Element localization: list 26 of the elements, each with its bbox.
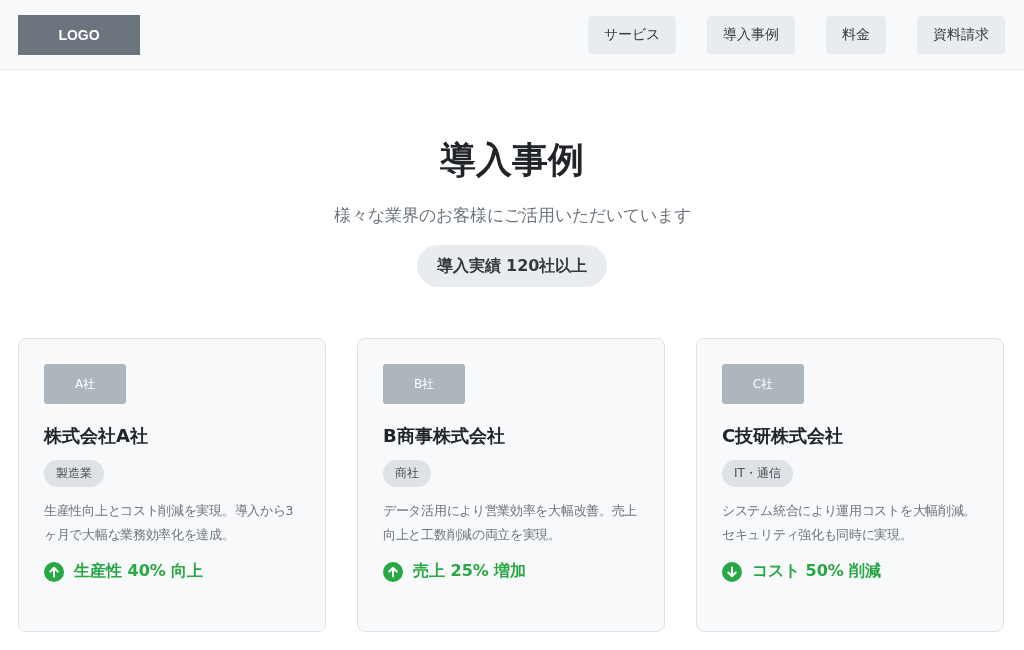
case-description: 生産性向上とコスト削減を実現。導入から3ヶ月で大幅な業務効率化を達成。 [44,502,295,544]
count-badge: 導入実績 120社以上 [416,245,608,287]
company-logo: A社 [44,364,126,404]
industry-tag: 商社 [383,460,431,487]
arrow-down-icon [722,561,742,582]
case-description: データ活用により営業効率を大幅改善。売上向上と工数削減の両立を実現。 [383,502,638,544]
page-title: 導入事例 [440,138,584,182]
company-logo: B社 [383,364,465,404]
logo[interactable]: LOGO [18,14,140,55]
case-description: システム統合により運用コストを大幅削減。セキュリティ強化も同時に実現。 [722,502,977,544]
company-name: B商事株式会社 [383,424,506,448]
nav-button[interactable]: 料金 [826,15,886,54]
result-text: 生産性 40% 向上 [74,561,204,582]
nav-button[interactable]: 資料請求 [917,15,1005,54]
nav-button[interactable]: サービス [588,15,676,54]
result-text: コスト 50% 削減 [752,561,882,582]
company-logo: C社 [722,364,804,404]
industry-tag: IT・通信 [722,460,793,487]
industry-tag: 製造業 [44,460,104,487]
arrow-up-icon [44,561,64,582]
arrow-up-icon [383,561,403,582]
company-name: 株式会社A社 [44,424,149,448]
page-subtitle: 様々な業界のお客様にご活用いただいています [333,204,691,227]
nav-button[interactable]: 導入事例 [707,15,795,54]
result-text: 売上 25% 増加 [413,561,527,582]
company-name: C技研株式会社 [722,424,845,448]
